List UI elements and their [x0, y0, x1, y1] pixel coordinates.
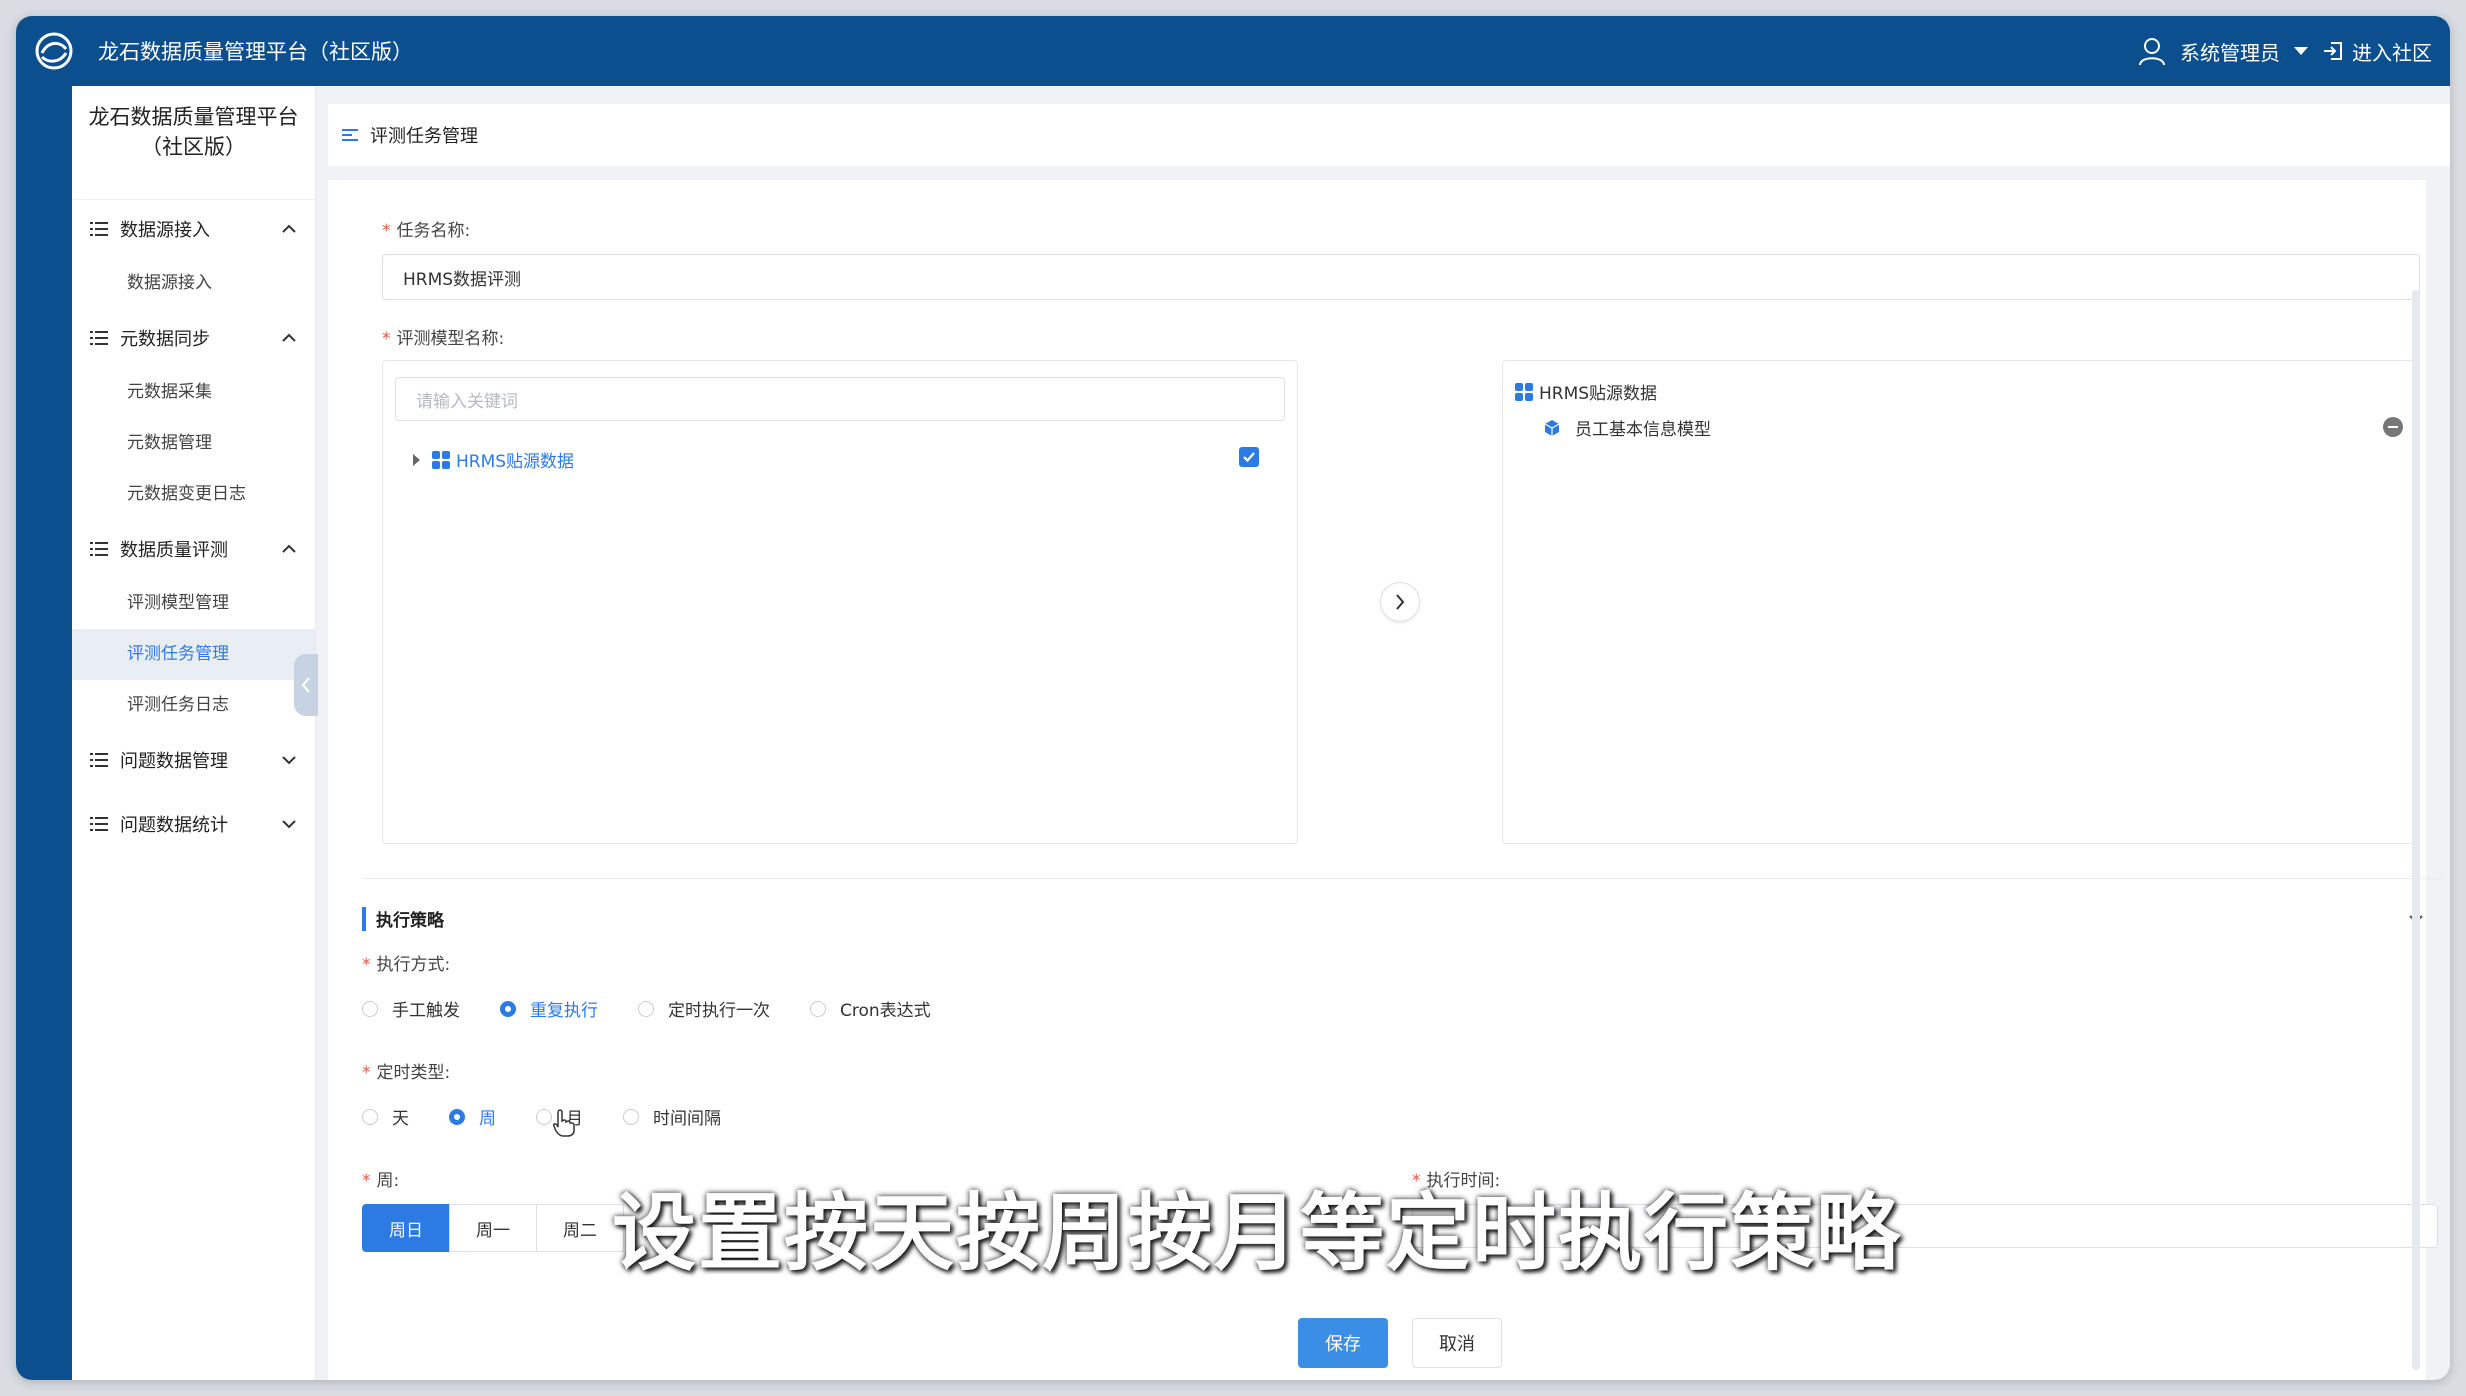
user-icon[interactable] — [2136, 35, 2168, 67]
menu-group-quality[interactable]: 数据质量评测 — [72, 520, 315, 578]
menu-item-metadata-collect[interactable]: 元数据采集 — [72, 367, 315, 418]
chevron-up-icon — [282, 333, 296, 342]
remove-icon[interactable] — [2383, 417, 2403, 437]
menu-item-task-manage[interactable]: 评测任务管理 — [72, 629, 315, 680]
topbar-right: 系统管理员 进入社区 — [2136, 35, 2432, 67]
menu-item-metadata-changelog[interactable]: 元数据变更日志 — [72, 469, 315, 520]
list-icon — [90, 542, 108, 556]
radio-manual[interactable]: 手工触发 — [362, 996, 460, 1021]
menu-item-datasource-access[interactable]: 数据源接入 — [72, 258, 315, 309]
sidebar-collapse-handle[interactable] — [294, 654, 318, 716]
chevron-up-icon — [282, 544, 296, 553]
target-tree-root[interactable]: HRMS贴源数据 — [1515, 379, 1657, 404]
task-name-input[interactable]: HRMS数据评测 — [382, 254, 2420, 300]
apps-icon — [432, 450, 450, 469]
keyword-search-input[interactable]: 请输入关键词 — [395, 377, 1285, 421]
cancel-button[interactable]: 取消 — [1412, 1318, 1502, 1368]
exec-mode-radio-group: 手工触发 重复执行 定时执行一次 Cron表达式 — [362, 996, 971, 1021]
user-menu[interactable]: 系统管理员 — [2180, 37, 2280, 66]
tree-node-checkbox[interactable] — [1239, 447, 1259, 467]
chevron-up-icon — [282, 224, 296, 233]
video-subtitle: 设置按天按周按月等定时执行策略 — [612, 1184, 1903, 1282]
task-name-label: * 任务名称: — [382, 221, 471, 241]
page-title: 评测任务管理 — [370, 126, 478, 147]
model-name-label: * 评测模型名称: — [382, 329, 505, 349]
menu-group-problem-stats[interactable]: 问题数据统计 — [72, 795, 315, 853]
radio-repeat[interactable]: 重复执行 — [500, 996, 598, 1021]
menu-group-metadata[interactable]: 元数据同步 — [72, 309, 315, 367]
check-icon — [1243, 452, 1255, 463]
sidebar-title: 龙石数据质量管理平台 （社区版） — [72, 86, 315, 200]
chevron-down-icon[interactable] — [2294, 47, 2308, 55]
radio-interval[interactable]: 时间间隔 — [623, 1104, 721, 1129]
logo-icon — [35, 32, 73, 70]
section-divider — [362, 878, 2446, 879]
top-bar: 龙石数据质量管理平台（社区版） 系统管理员 进入社区 — [16, 16, 2450, 86]
sidebar: 龙石数据质量管理平台 （社区版） 数据源接入 数据源接入 元数据同步 元数据采集… — [72, 86, 316, 1380]
schedule-type-label: * 定时类型: — [362, 1063, 451, 1083]
list-icon — [90, 817, 108, 831]
enter-icon[interactable] — [2322, 40, 2344, 62]
menu-item-task-log[interactable]: 评测任务日志 — [72, 680, 315, 731]
week-label: * 周: — [362, 1171, 400, 1191]
save-button[interactable]: 保存 — [1298, 1318, 1388, 1368]
menu-group-datasource[interactable]: 数据源接入 — [72, 200, 315, 258]
hand-cursor-icon — [553, 1109, 575, 1137]
transfer-target-panel: HRMS贴源数据 员工基本信息模型 — [1502, 360, 2418, 844]
left-rail — [16, 86, 72, 1380]
exec-mode-label: * 执行方式: — [362, 955, 451, 975]
apps-icon — [1515, 382, 1533, 401]
cube-icon — [1544, 419, 1560, 436]
radio-day[interactable]: 天 — [362, 1104, 409, 1129]
target-tree-child[interactable]: 员工基本信息模型 — [1543, 415, 1711, 440]
chevron-down-icon — [282, 756, 296, 765]
radio-cron[interactable]: Cron表达式 — [810, 996, 931, 1021]
list-icon — [90, 331, 108, 345]
caret-right-icon[interactable] — [413, 453, 420, 466]
transfer-right-button[interactable] — [1380, 582, 1420, 622]
transfer-source-panel: 请输入关键词 HRMS贴源数据 — [382, 360, 1298, 844]
chevron-down-icon — [282, 820, 296, 829]
page-header: 评测任务管理 — [328, 104, 2450, 166]
menu-item-model-manage[interactable]: 评测模型管理 — [72, 578, 315, 629]
app-window: 龙石数据质量管理平台（社区版） 系统管理员 进入社区 龙石数据质量管理平台 （社… — [16, 16, 2450, 1380]
chevron-right-icon — [1396, 594, 1405, 610]
list-icon — [90, 222, 108, 236]
menu-fold-icon[interactable] — [342, 127, 358, 143]
weekday-sunday[interactable]: 周日 — [362, 1204, 450, 1252]
strategy-section-title: 执行策略 — [362, 906, 444, 931]
tree-node-hrms[interactable]: HRMS贴源数据 — [413, 447, 574, 472]
weekday-monday[interactable]: 周一 — [449, 1204, 537, 1252]
enter-community-link[interactable]: 进入社区 — [2352, 37, 2432, 66]
list-icon — [90, 753, 108, 767]
radio-week[interactable]: 周 — [449, 1104, 496, 1129]
menu-group-problem-data[interactable]: 问题数据管理 — [72, 731, 315, 789]
scrollbar[interactable] — [2412, 290, 2420, 1370]
menu-item-metadata-manage[interactable]: 元数据管理 — [72, 418, 315, 469]
app-title: 龙石数据质量管理平台（社区版） — [98, 40, 413, 64]
chevron-left-icon — [301, 677, 310, 693]
weekday-button-group: 周日 周一 周二 — [362, 1204, 624, 1252]
radio-once[interactable]: 定时执行一次 — [638, 996, 770, 1021]
weekday-tuesday[interactable]: 周二 — [536, 1204, 624, 1252]
